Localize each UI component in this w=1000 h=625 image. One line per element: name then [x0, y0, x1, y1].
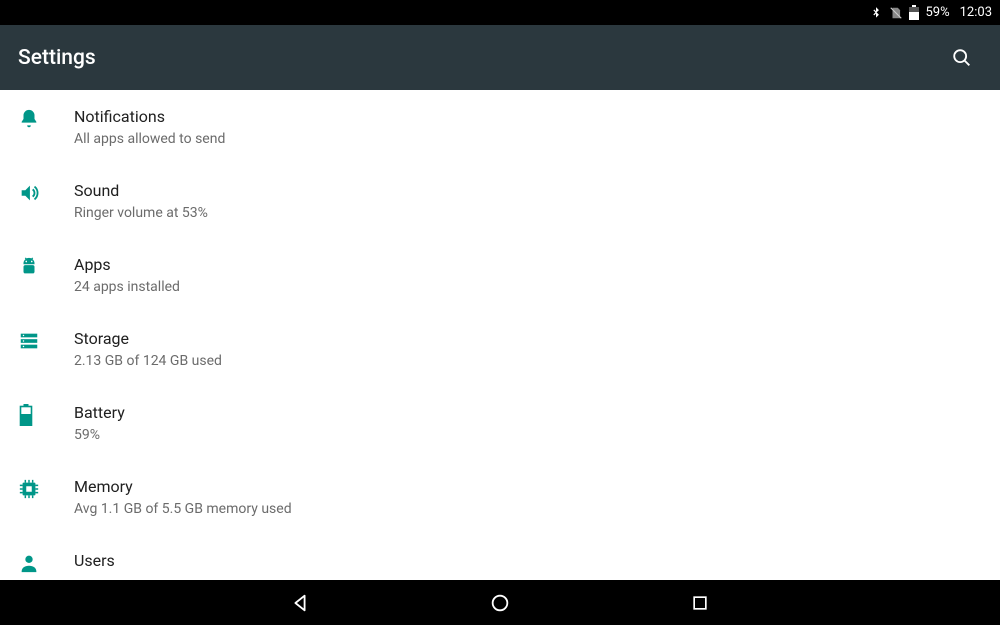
settings-item-text: Apps 24 apps installed — [74, 254, 982, 296]
settings-item-apps[interactable]: Apps 24 apps installed — [0, 238, 1000, 312]
status-bar: 59% 12:03 — [0, 0, 1000, 25]
settings-item-subtitle: 2.13 GB of 124 GB used — [74, 352, 982, 370]
settings-item-title: Battery — [74, 402, 982, 424]
settings-item-notifications[interactable]: Notifications All apps allowed to send — [0, 90, 1000, 164]
settings-item-text: Storage 2.13 GB of 124 GB used — [74, 328, 982, 370]
memory-icon — [18, 476, 74, 500]
nav-recent-button[interactable] — [685, 588, 715, 618]
settings-item-storage[interactable]: Storage 2.13 GB of 124 GB used — [0, 312, 1000, 386]
settings-item-text: Sound Ringer volume at 53% — [74, 180, 982, 222]
search-button[interactable] — [942, 38, 982, 78]
nav-back-button[interactable] — [285, 588, 315, 618]
settings-item-subtitle: 24 apps installed — [74, 278, 982, 296]
volume-icon — [18, 180, 74, 204]
settings-item-subtitle: 59% — [74, 426, 982, 444]
settings-item-battery[interactable]: Battery 59% — [0, 386, 1000, 460]
search-icon — [951, 47, 973, 69]
page-title: Settings — [18, 46, 96, 70]
settings-item-text: Memory Avg 1.1 GB of 5.5 GB memory used — [74, 476, 982, 518]
battery-pct-text: 59% — [925, 5, 949, 20]
settings-item-title: Sound — [74, 180, 982, 202]
settings-item-title: Storage — [74, 328, 982, 350]
no-sim-icon — [889, 6, 903, 20]
navigation-bar — [0, 580, 1000, 625]
square-recent-icon — [690, 593, 710, 613]
circle-home-icon — [489, 592, 511, 614]
settings-item-title: Notifications — [74, 106, 982, 128]
bluetooth-icon — [869, 6, 883, 20]
settings-item-title: Apps — [74, 254, 982, 276]
settings-item-text: Users — [74, 550, 982, 572]
clock-text: 12:03 — [960, 5, 992, 20]
bell-icon — [18, 106, 74, 130]
settings-item-title: Users — [74, 550, 982, 572]
user-icon — [18, 550, 74, 574]
settings-item-subtitle: Avg 1.1 GB of 5.5 GB memory used — [74, 500, 982, 518]
settings-item-sound[interactable]: Sound Ringer volume at 53% — [0, 164, 1000, 238]
settings-item-title: Memory — [74, 476, 982, 498]
nav-home-button[interactable] — [485, 588, 515, 618]
settings-item-subtitle: All apps allowed to send — [74, 130, 982, 148]
android-icon — [18, 254, 74, 278]
settings-item-text: Notifications All apps allowed to send — [74, 106, 982, 148]
battery-status-icon — [909, 5, 919, 20]
triangle-back-icon — [289, 592, 311, 614]
settings-item-subtitle: Ringer volume at 53% — [74, 204, 982, 222]
settings-item-memory[interactable]: Memory Avg 1.1 GB of 5.5 GB memory used — [0, 460, 1000, 534]
settings-item-text: Battery 59% — [74, 402, 982, 444]
settings-list[interactable]: Notifications All apps allowed to send Sou… — [0, 90, 1000, 580]
settings-item-users[interactable]: Users — [0, 534, 1000, 580]
app-bar: Settings — [0, 25, 1000, 90]
storage-icon — [18, 328, 74, 352]
battery-icon — [18, 402, 74, 426]
